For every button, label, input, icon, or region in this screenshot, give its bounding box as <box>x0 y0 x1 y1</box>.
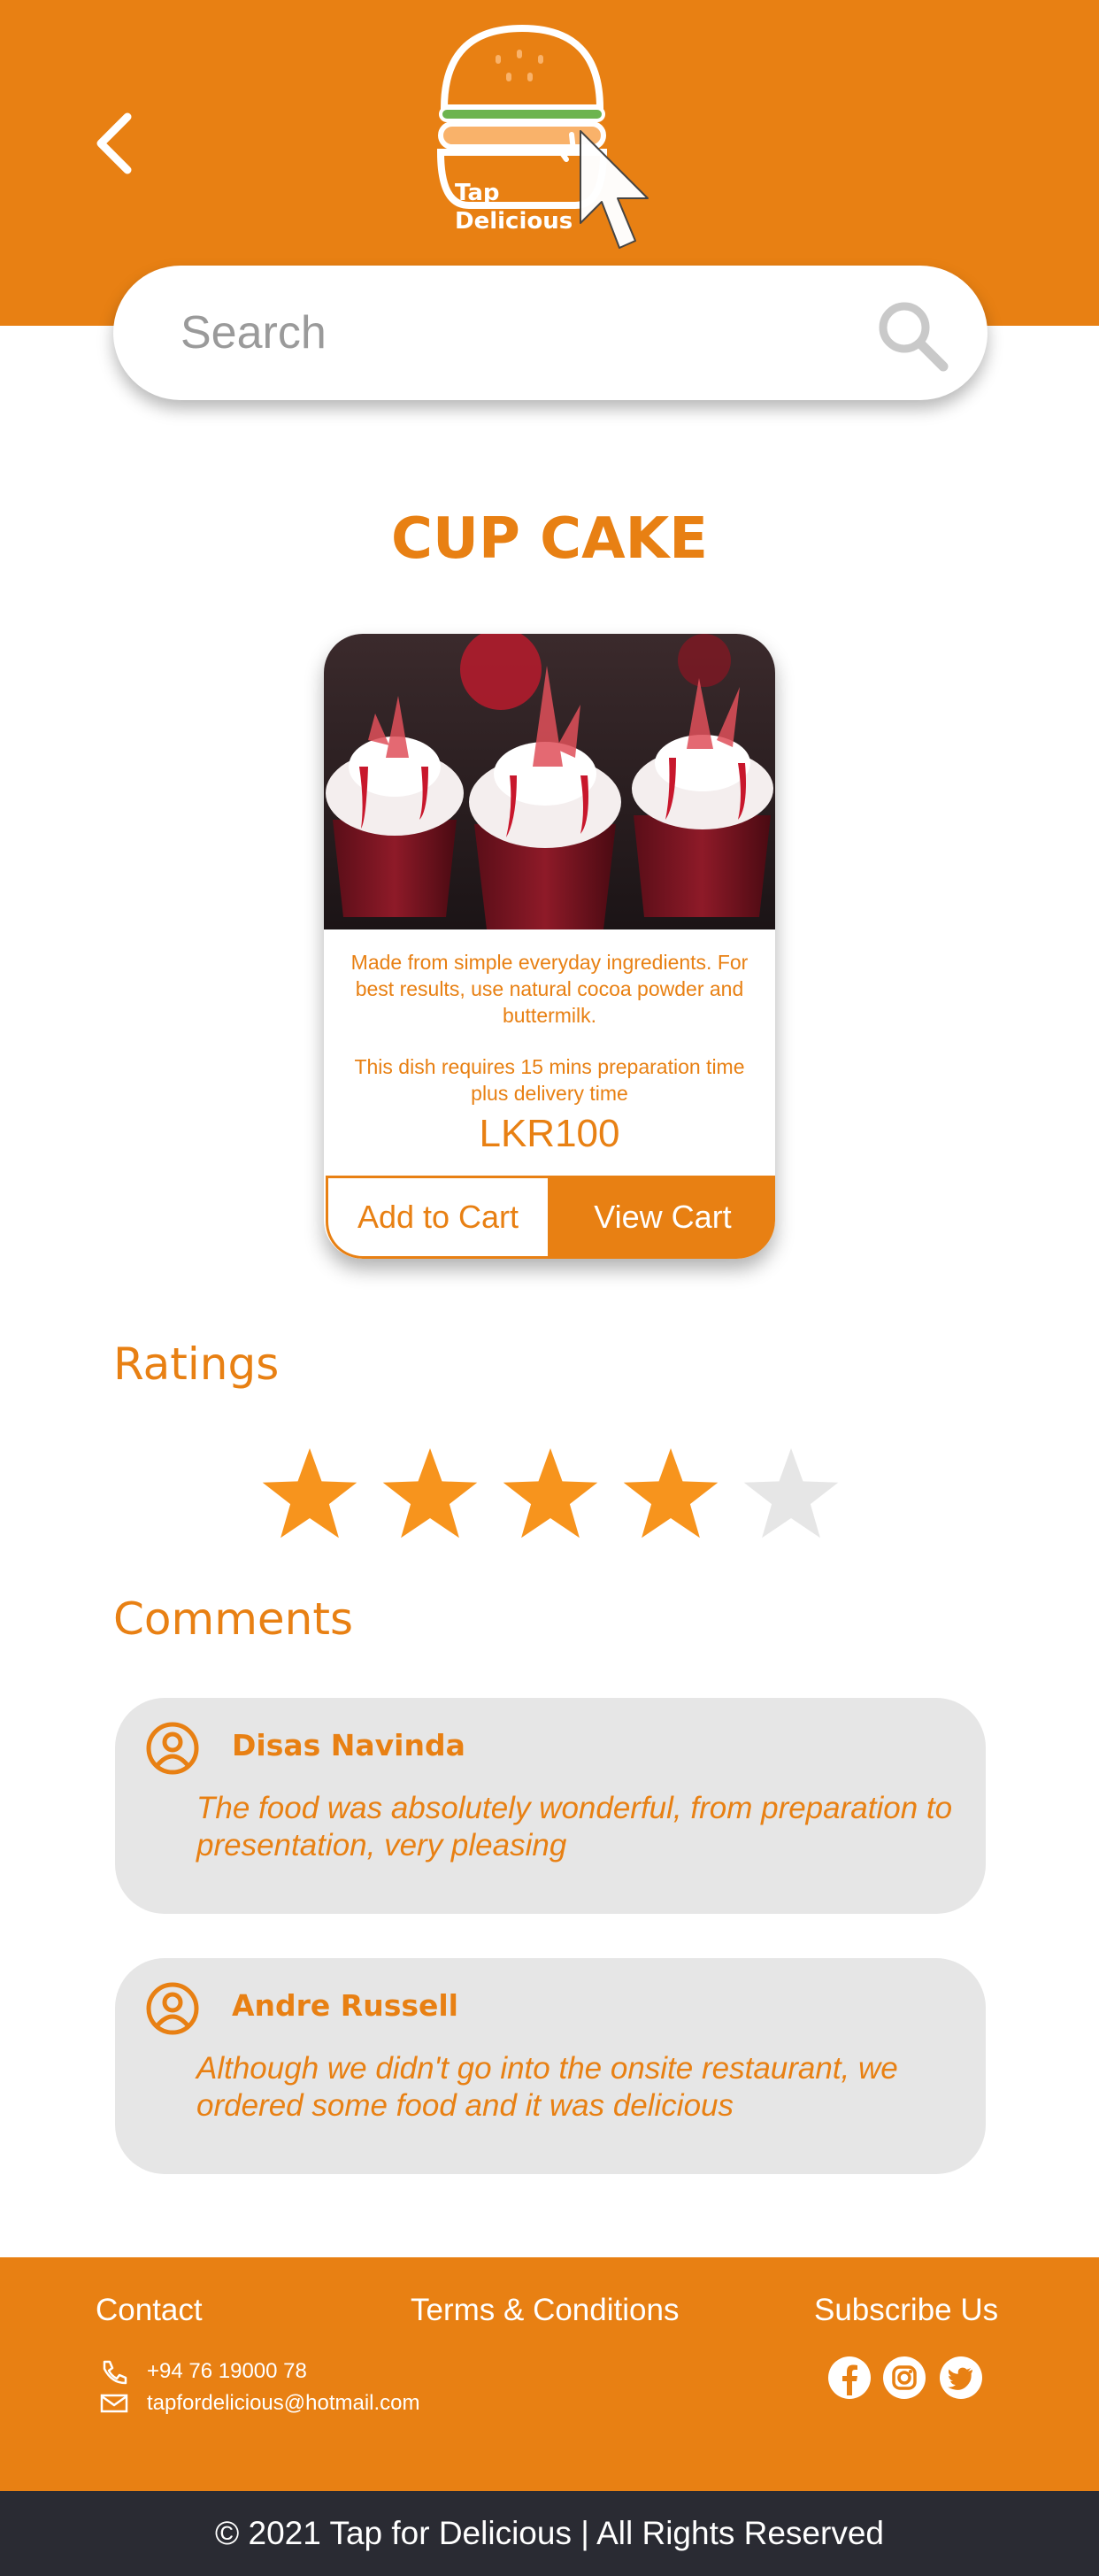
search-input[interactable] <box>181 292 853 374</box>
star-empty-icon[interactable] <box>740 1443 842 1546</box>
product-title: CUP CAKE <box>391 506 708 572</box>
star-filled-icon[interactable] <box>619 1443 722 1546</box>
comment-text: Although we didn't go into the onsite re… <box>196 2051 898 2123</box>
contact-heading: Contact <box>96 2293 203 2327</box>
tap-delicious-logo: Tap Delicious <box>436 24 649 249</box>
search-icon[interactable] <box>876 299 950 374</box>
product-card: Made from simple everyday ingredients. F… <box>324 634 775 1259</box>
user-avatar-icon <box>146 1722 199 1775</box>
star-rating <box>258 1443 842 1546</box>
comment-card: Disas Navinda The food was absolutely wo… <box>115 1698 986 1914</box>
back-chevron-icon[interactable] <box>88 108 142 179</box>
comment-author: Disas Navinda <box>232 1728 465 1762</box>
search-bar[interactable] <box>113 266 988 400</box>
view-cart-button[interactable]: View Cart <box>550 1176 775 1259</box>
phone-row: +94 76 19000 78 <box>99 2358 307 2385</box>
subscribe-heading: Subscribe Us <box>814 2293 999 2327</box>
instagram-icon[interactable] <box>881 2355 927 2401</box>
ratings-heading: Ratings <box>113 1338 280 1390</box>
star-filled-icon[interactable] <box>258 1443 361 1546</box>
product-price: LKR100 <box>479 1112 620 1155</box>
product-description: Made from simple everyday ingredients. F… <box>350 951 749 1027</box>
comment-author: Andre Russell <box>232 1988 458 2023</box>
comment-card: Andre Russell Although we didn't go into… <box>115 1958 986 2174</box>
email-row: tapfordelicious@hotmail.com <box>99 2390 420 2417</box>
phone-icon <box>103 2360 127 2385</box>
email-icon <box>100 2394 128 2413</box>
logo-text-delicious: Delicious <box>455 208 573 235</box>
phone-number[interactable]: +94 76 19000 78 <box>147 2359 307 2384</box>
user-avatar-icon <box>146 1982 199 2035</box>
twitter-icon[interactable] <box>938 2355 984 2401</box>
add-to-cart-button[interactable]: Add to Cart <box>326 1176 550 1259</box>
star-filled-icon[interactable] <box>379 1443 481 1546</box>
email-address[interactable]: tapfordelicious@hotmail.com <box>147 2391 420 2416</box>
copyright-bar: © 2021 Tap for Delicious | All Rights Re… <box>0 2491 1099 2576</box>
comment-text: The food was absolutely wonderful, from … <box>196 1791 953 1863</box>
footer: Contact Terms & Conditions Subscribe Us … <box>0 2257 1099 2491</box>
cupcake-image <box>324 634 775 929</box>
logo-text-tap: Tap <box>455 180 500 206</box>
comments-heading: Comments <box>113 1593 354 1645</box>
facebook-icon[interactable] <box>826 2355 872 2401</box>
star-filled-icon[interactable] <box>499 1443 602 1546</box>
preparation-time: This dish requires 15 mins preparation t… <box>354 1055 745 1105</box>
terms-link[interactable]: Terms & Conditions <box>411 2293 679 2328</box>
